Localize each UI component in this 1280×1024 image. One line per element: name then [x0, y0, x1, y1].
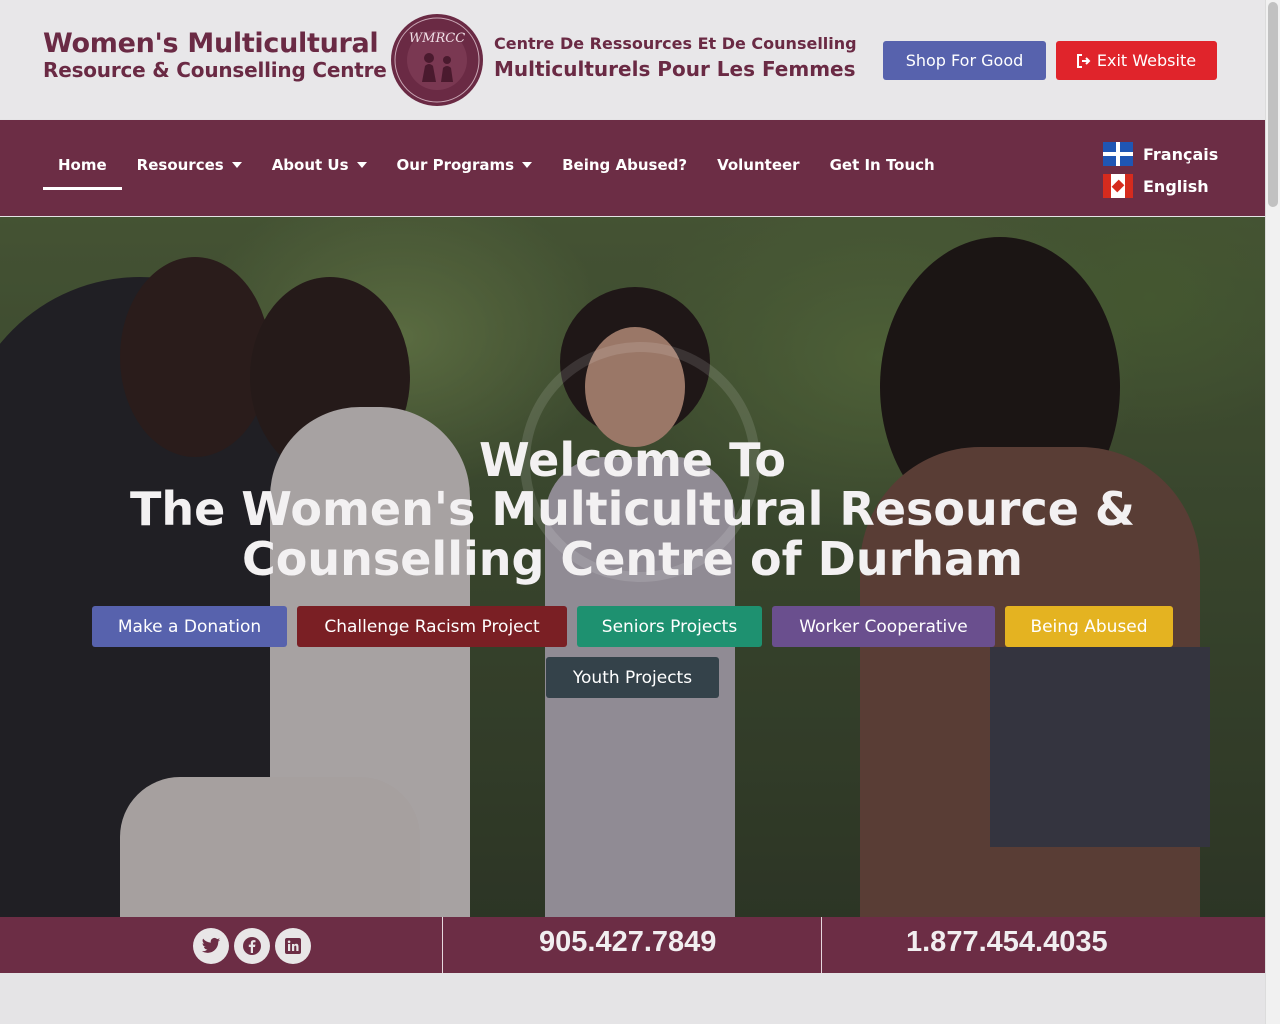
button-label: Seniors Projects [601, 616, 738, 637]
being-abused-button[interactable]: Being Abused [1005, 606, 1173, 647]
phone-local[interactable]: 905.427.7849 [539, 926, 716, 959]
challenge-racism-button[interactable]: Challenge Racism Project [297, 606, 567, 647]
nav-label: Volunteer [717, 156, 800, 174]
shop-for-good-button[interactable]: Shop For Good [883, 41, 1046, 80]
caret-down-icon [231, 162, 242, 168]
caret-down-icon [522, 162, 533, 168]
hero-title-line-3: Counselling Centre of Durham [242, 532, 1023, 586]
button-label: Youth Projects [572, 667, 693, 688]
nav-item-resources[interactable]: Resources [122, 156, 257, 190]
site-header: Women's Multicultural Resource & Counsel… [0, 0, 1265, 119]
logo-english[interactable]: Women's Multicultural Resource & Counsel… [43, 28, 387, 83]
hero-title-line-1: Welcome To [479, 433, 786, 487]
seal-text: WMRCC [409, 31, 465, 46]
seniors-projects-button[interactable]: Seniors Projects [577, 606, 762, 647]
nav-item-being-abused[interactable]: Being Abused? [547, 156, 702, 190]
shop-label: Shop For Good [905, 51, 1024, 70]
logo-line-2: Resource & Counselling Centre [43, 58, 387, 83]
nav-menu: Home Resources About Us Our Programs Bei… [43, 156, 950, 190]
nav-item-get-in-touch[interactable]: Get In Touch [815, 156, 950, 190]
divider [442, 917, 443, 973]
nav-label: About Us [271, 156, 349, 174]
hero-title-line-2: The Women's Multicultural Resource & [129, 482, 1136, 536]
language-switcher: Français English [1103, 138, 1218, 202]
language-label: English [1143, 176, 1209, 196]
linkedin-icon[interactable] [275, 928, 311, 964]
nav-item-about-us[interactable]: About Us [257, 156, 382, 190]
facebook-icon[interactable] [234, 928, 270, 964]
logo-fr-line-1: Centre De Ressources Et De Counselling [494, 34, 857, 53]
logo-line-1: Women's Multicultural [43, 28, 379, 59]
nav-label: Our Programs [396, 156, 515, 174]
button-label: Worker Cooperative [799, 616, 968, 637]
language-label: Français [1143, 144, 1219, 164]
caret-down-icon [356, 162, 367, 168]
exit-website-button[interactable]: Exit Website [1056, 41, 1217, 80]
sign-out-icon [1076, 53, 1091, 68]
main-nav: Home Resources About Us Our Programs Bei… [0, 120, 1265, 216]
language-english[interactable]: English [1103, 170, 1218, 202]
button-label: Being Abused [1030, 616, 1148, 637]
nav-label: Get In Touch [829, 156, 935, 174]
worker-cooperative-button[interactable]: Worker Cooperative [772, 606, 995, 647]
button-label: Make a Donation [117, 616, 262, 637]
quebec-flag-icon [1103, 142, 1133, 166]
contact-bar: 905.427.7849 1.877.454.4035 [0, 917, 1265, 973]
divider [821, 917, 822, 973]
exit-label: Exit Website [1096, 51, 1197, 70]
youth-projects-button[interactable]: Youth Projects [546, 657, 719, 698]
nav-item-volunteer[interactable]: Volunteer [702, 156, 815, 190]
hero-section: Welcome To The Women's Multicultural Res… [0, 217, 1265, 917]
page-scrollbar[interactable] [1265, 0, 1280, 1024]
wmrcc-seal-logo[interactable]: WMRCC [389, 12, 485, 108]
twitter-icon[interactable] [193, 928, 229, 964]
nav-label: Home [58, 156, 107, 174]
nav-label: Being Abused? [562, 156, 688, 174]
phone-toll-free[interactable]: 1.877.454.4035 [906, 926, 1108, 959]
nav-label: Resources [136, 156, 224, 174]
logo-french[interactable]: Centre De Ressources Et De Counselling M… [494, 34, 857, 82]
language-french[interactable]: Français [1103, 138, 1218, 170]
logo-fr-line-2: Multiculturels Pour Les Femmes [494, 57, 856, 81]
nav-item-our-programs[interactable]: Our Programs [382, 156, 548, 190]
scrollbar-thumb[interactable] [1268, 2, 1278, 207]
make-donation-button[interactable]: Make a Donation [92, 606, 287, 647]
canada-flag-icon [1103, 174, 1133, 198]
button-label: Challenge Racism Project [324, 616, 540, 637]
nav-item-home[interactable]: Home [43, 156, 122, 190]
